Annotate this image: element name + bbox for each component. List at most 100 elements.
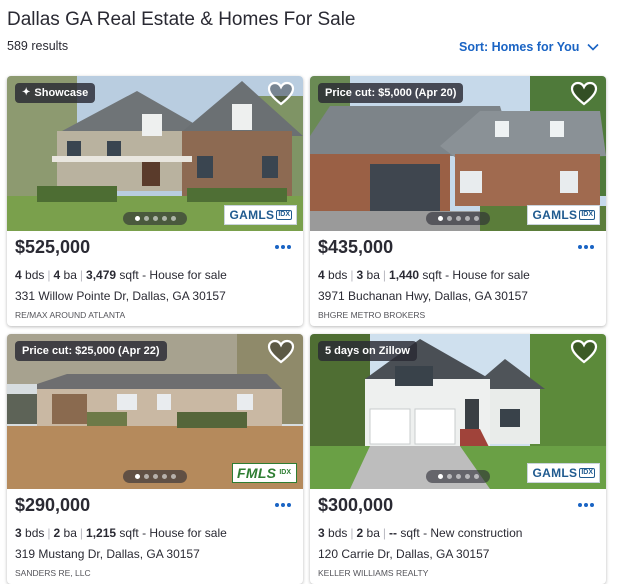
mls-logo-text: GAMLS <box>532 208 578 222</box>
beds-value: 3 <box>318 526 325 540</box>
more-options-button[interactable] <box>578 503 596 509</box>
listing-card[interactable]: Price cut: $25,000 (Apr 22) FMLS IDX $29… <box>7 334 303 584</box>
beds-value: 4 <box>318 268 325 282</box>
carousel-dot[interactable] <box>170 216 176 221</box>
mls-logo-text: GAMLS <box>532 466 578 480</box>
listing-type: - House for sale <box>142 526 227 540</box>
photo-carousel-dots[interactable] <box>426 470 490 483</box>
sort-label: Sort: Homes for You <box>459 40 580 54</box>
carousel-dot[interactable] <box>464 216 470 221</box>
carousel-dot[interactable] <box>455 216 461 221</box>
sparkle-icon: ✦ <box>22 87 31 98</box>
heart-icon[interactable] <box>267 81 295 107</box>
listing-type: - New construction <box>423 526 523 540</box>
facts-divider: | <box>79 526 84 540</box>
carousel-dot[interactable] <box>455 474 461 479</box>
carousel-dot[interactable] <box>152 216 158 221</box>
more-dot-icon <box>281 245 285 249</box>
more-dot-icon <box>578 245 582 249</box>
baths-value: 2 <box>53 526 61 540</box>
more-dot-icon <box>287 245 291 249</box>
carousel-dot[interactable] <box>473 474 479 479</box>
listing-type: - House for sale <box>445 268 530 282</box>
mls-logo-sup: IDX <box>579 468 595 478</box>
more-options-button[interactable] <box>275 245 293 251</box>
listing-photo[interactable]: ✦ Showcase GAMLS IDX <box>7 76 303 231</box>
listing-card[interactable]: Price cut: $5,000 (Apr 20) GAMLS IDX $43… <box>310 76 606 326</box>
more-dot-icon <box>584 245 588 249</box>
listing-broker: SANDERS RE, LLC <box>15 568 91 578</box>
carousel-dot[interactable] <box>170 474 176 479</box>
heart-icon[interactable] <box>570 339 598 365</box>
status-badge-label: Price cut: $5,000 (Apr 20) <box>325 87 457 99</box>
listing-photo[interactable]: Price cut: $5,000 (Apr 20) GAMLS IDX <box>310 76 606 231</box>
listing-price: $435,000 <box>318 237 394 257</box>
baths-unit: ba <box>366 526 380 540</box>
baths-unit: ba <box>63 268 77 282</box>
listing-facts: 4 bds | 4 ba | 3,479 sqft - House for sale <box>15 268 227 282</box>
carousel-dot[interactable] <box>161 216 167 221</box>
carousel-dot[interactable] <box>134 216 140 221</box>
more-dot-icon <box>578 503 582 507</box>
photo-carousel-dots[interactable] <box>123 470 187 483</box>
sqft-value: -- <box>389 526 398 540</box>
sqft-unit: sqft <box>400 526 420 540</box>
photo-carousel-dots[interactable] <box>123 212 187 225</box>
more-options-button[interactable] <box>275 503 293 509</box>
beds-unit: bds <box>25 526 45 540</box>
status-badge: 5 days on Zillow <box>318 341 417 361</box>
listing-price: $290,000 <box>15 495 91 515</box>
more-dot-icon <box>590 245 594 249</box>
sqft-unit: sqft <box>422 268 442 282</box>
listing-card[interactable]: ✦ Showcase GAMLS IDX $525,000 4 bds | 4 ba… <box>7 76 303 326</box>
beds-value: 3 <box>15 526 22 540</box>
facts-divider: | <box>350 268 354 282</box>
listing-broker: BHGRE METRO BROKERS <box>318 310 426 320</box>
sqft-unit: sqft <box>119 268 139 282</box>
listing-address[interactable]: 120 Carrie Dr, Dallas, GA 30157 <box>318 547 489 561</box>
status-badge-label: Price cut: $25,000 (Apr 22) <box>22 345 160 357</box>
carousel-dot[interactable] <box>446 474 452 479</box>
sort-dropdown[interactable]: Sort: Homes for You <box>459 40 599 54</box>
mls-logo-text: FMLS <box>237 465 277 481</box>
chevron-down-icon <box>587 43 599 51</box>
beds-value: 4 <box>15 268 22 282</box>
baths-unit: ba <box>63 526 77 540</box>
sqft-value: 1,215 <box>86 526 117 540</box>
listing-address[interactable]: 331 Willow Pointe Dr, Dallas, GA 30157 <box>15 289 226 303</box>
carousel-dot[interactable] <box>161 474 167 479</box>
more-dot-icon <box>590 503 594 507</box>
heart-icon[interactable] <box>570 81 598 107</box>
results-count: 589 results <box>7 39 69 53</box>
carousel-dot[interactable] <box>134 474 140 479</box>
carousel-dot[interactable] <box>437 216 443 221</box>
heart-icon[interactable] <box>267 339 295 365</box>
listing-card[interactable]: 5 days on Zillow GAMLS IDX $300,000 3 bd… <box>310 334 606 584</box>
photo-carousel-dots[interactable] <box>426 212 490 225</box>
carousel-dot[interactable] <box>473 216 479 221</box>
listing-photo[interactable]: Price cut: $25,000 (Apr 22) FMLS IDX <box>7 334 303 489</box>
carousel-dot[interactable] <box>446 216 452 221</box>
carousel-dot[interactable] <box>437 474 443 479</box>
more-options-button[interactable] <box>578 245 596 251</box>
listing-broker: RE/MAX AROUND ATLANTA <box>15 310 126 320</box>
listing-photo[interactable]: 5 days on Zillow GAMLS IDX <box>310 334 606 489</box>
listing-type: - House for sale <box>142 268 227 282</box>
listing-address[interactable]: 3971 Buchanan Hwy, Dallas, GA 30157 <box>318 289 528 303</box>
carousel-dot[interactable] <box>152 474 158 479</box>
listing-price: $300,000 <box>318 495 394 515</box>
carousel-dot[interactable] <box>143 474 149 479</box>
beds-unit: bds <box>328 268 348 282</box>
carousel-dot[interactable] <box>464 474 470 479</box>
facts-divider: | <box>382 526 387 540</box>
listing-broker: KELLER WILLIAMS REALTY <box>318 568 429 578</box>
mls-logo-sup: IDX <box>276 210 292 220</box>
sqft-value: 3,479 <box>86 268 117 282</box>
more-dot-icon <box>275 503 279 507</box>
listing-facts: 3 bds | 2 ba | 1,215 sqft - House for sale <box>15 526 227 540</box>
facts-divider: | <box>79 268 84 282</box>
baths-unit: ba <box>366 268 380 282</box>
carousel-dot[interactable] <box>143 216 149 221</box>
listing-address[interactable]: 319 Mustang Dr, Dallas, GA 30157 <box>15 547 200 561</box>
mls-logo: FMLS IDX <box>232 463 297 483</box>
